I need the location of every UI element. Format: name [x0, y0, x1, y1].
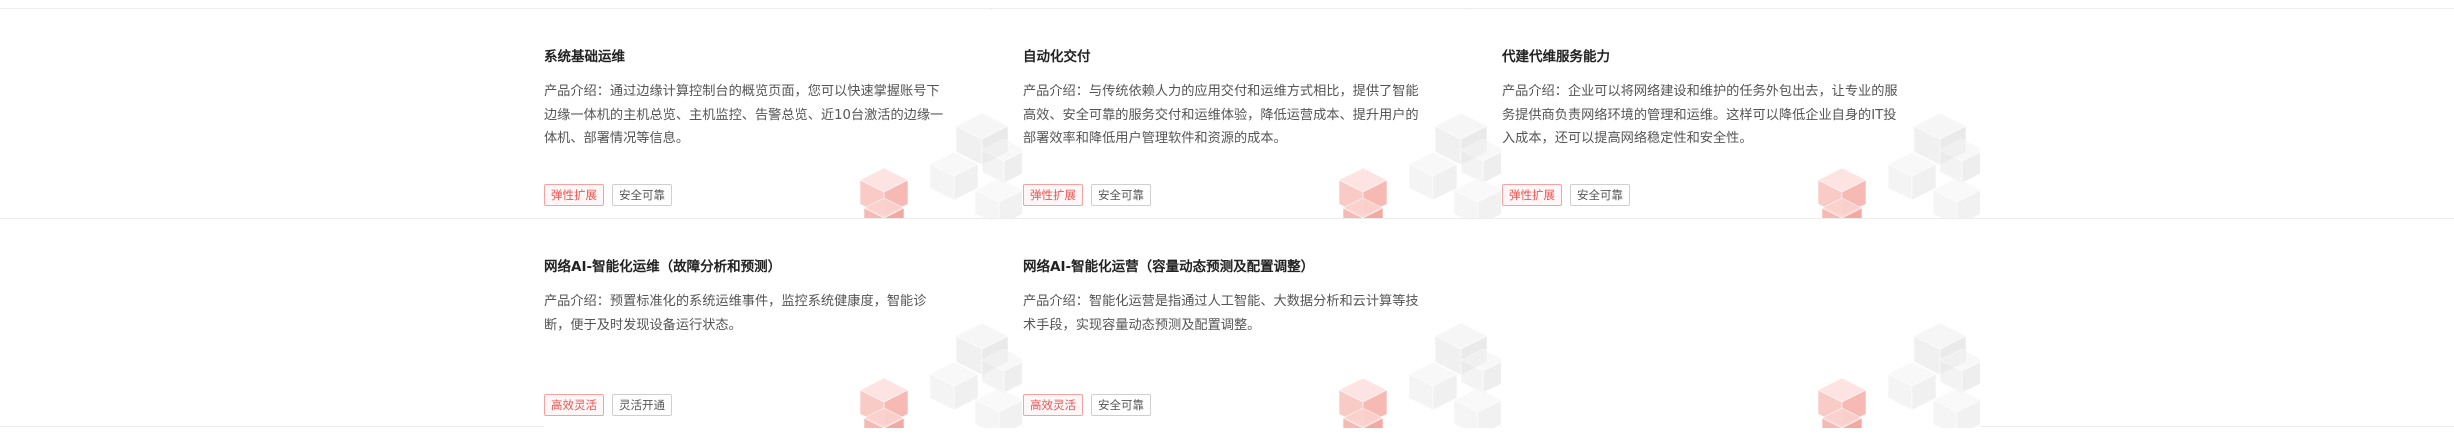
tag-list: 弹性扩展 安全可靠 — [1502, 184, 1630, 206]
tag-badge: 弹性扩展 — [1502, 184, 1562, 206]
tag-badge: 安全可靠 — [612, 184, 672, 206]
tag-badge: 弹性扩展 — [544, 184, 604, 206]
tag-badge: 安全可靠 — [1091, 394, 1151, 416]
card-description: 产品介绍：企业可以将网络建设和维护的任务外包出去，让专业的服务提供商负责网络环境… — [1502, 84, 1898, 146]
card-title: 网络AI-智能化运维（故障分析和预测） — [544, 259, 782, 275]
tag-badge: 灵活开通 — [612, 394, 672, 416]
product-card[interactable]: 网络AI-智能化运维（故障分析和预测） 产品介绍：预置标准化的系统运维事件，监控… — [544, 220, 1022, 428]
product-card[interactable]: 代建代维服务能力 产品介绍：企业可以将网络建设和维护的任务外包出去，让专业的服务… — [1502, 10, 1980, 218]
card-description: 产品介绍：预置标准化的系统运维事件，监控系统健康度，智能诊断，便于及时发现设备运… — [544, 294, 927, 333]
card-description: 产品介绍：通过边缘计算控制台的概览页面，您可以快速掌握账号下边缘一体机的主机总览… — [544, 84, 944, 146]
row-divider-middle — [0, 218, 2454, 219]
product-grid-page: 系统基础运维 产品介绍：通过边缘计算控制台的概览页面，您可以快速掌握账号下边缘一… — [0, 0, 2454, 440]
tag-badge: 安全可靠 — [1091, 184, 1151, 206]
tag-list: 弹性扩展 安全可靠 — [1023, 184, 1151, 206]
card-description: 产品介绍：智能化运营是指通过人工智能、大数据分析和云计算等技术手段，实现容量动态… — [1023, 294, 1419, 333]
card-title: 系统基础运维 — [544, 49, 625, 65]
card-title: 代建代维服务能力 — [1502, 49, 1610, 65]
tag-badge: 安全可靠 — [1570, 184, 1630, 206]
tag-badge: 高效灵活 — [544, 394, 604, 416]
tag-list: 高效灵活 灵活开通 — [544, 394, 672, 416]
tag-list: 弹性扩展 安全可靠 — [544, 184, 672, 206]
card-description: 产品介绍：与传统依赖人力的应用交付和运维方式相比，提供了智能高效、安全可靠的服务… — [1023, 84, 1419, 146]
tag-badge: 弹性扩展 — [1023, 184, 1083, 206]
product-card[interactable]: 网络AI-智能化运营（容量动态预测及配置调整） 产品介绍：智能化运营是指通过人工… — [1023, 220, 1501, 428]
card-title: 自动化交付 — [1023, 49, 1091, 65]
tag-badge: 高效灵活 — [1023, 394, 1083, 416]
row-divider-top — [0, 8, 2454, 9]
product-card[interactable]: 系统基础运维 产品介绍：通过边缘计算控制台的概览页面，您可以快速掌握账号下边缘一… — [544, 10, 1022, 218]
product-card[interactable]: 自动化交付 产品介绍：与传统依赖人力的应用交付和运维方式相比，提供了智能高效、安… — [1023, 10, 1501, 218]
tag-list: 高效灵活 安全可靠 — [1023, 394, 1151, 416]
empty-product-card — [1502, 220, 1980, 428]
cube-decoration-icon — [1817, 322, 1980, 428]
card-title: 网络AI-智能化运营（容量动态预测及配置调整） — [1023, 259, 1315, 275]
